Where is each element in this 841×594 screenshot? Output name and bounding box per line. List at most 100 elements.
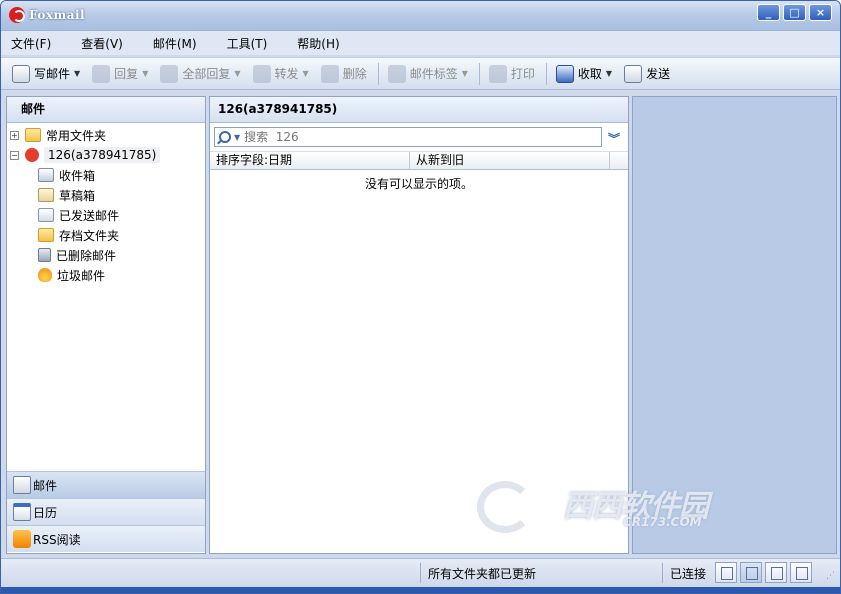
print-label: 打印 [510,67,535,81]
tree-item-inbox[interactable]: 收件箱 [7,165,205,185]
tree-item-drafts[interactable]: 草稿箱 [7,185,205,205]
trash-icon [38,248,51,262]
menu-file[interactable]: 文件(F) [7,34,55,53]
sort-field-header[interactable]: 排序字段:日期 [210,152,410,169]
sort-order-header[interactable]: 从新到旧 [410,152,610,169]
nav-calendar-button[interactable]: 日历 [7,498,205,525]
foxmail-window: Foxmail _ □ × 文件(F) 查看(V) 邮件(M) 工具(T) 帮助… [0,0,841,594]
drafts-icon [38,188,54,202]
preview-pane [632,96,837,554]
chevron-down-icon[interactable]: ▼ [462,69,468,78]
column-header: 排序字段:日期 从新到旧 [210,151,628,170]
delete-icon [320,64,339,83]
forward-icon [252,64,271,83]
chevron-down-icon[interactable]: ▼ [74,69,80,78]
collapse-icon[interactable]: − [10,150,19,160]
send-label: 发送 [646,67,671,81]
tree-item-label: 草稿箱 [59,188,96,203]
delete-button[interactable]: 删除 [316,61,372,87]
sent-icon [38,208,54,222]
tree-item-deleted[interactable]: 已删除邮件 [7,245,205,265]
tree-item-label: 常用文件夹 [46,128,107,143]
window-bottom-edge [1,587,840,593]
layout-preview-button[interactable] [790,562,812,583]
tree-item-sent[interactable]: 已发送邮件 [7,205,205,225]
mail-icon [13,476,31,494]
nav-buttons: 邮件 日历 RSS阅读 [6,471,206,554]
status-divider [662,563,663,583]
layout-three-column-button[interactable] [740,562,762,583]
tree-item-label: 已删除邮件 [56,248,117,263]
printer-icon [488,64,507,83]
chevron-down-icon[interactable]: ▼ [303,69,309,78]
menu-help[interactable]: 帮助(H) [293,34,343,53]
chevron-down-icon[interactable]: ▼ [606,69,612,78]
nav-mail-button[interactable]: 邮件 [7,471,205,498]
minimize-button[interactable]: _ [757,4,780,21]
write-mail-label: 写邮件 [34,67,71,81]
receive-icon [555,64,574,83]
toolbar-divider [377,62,379,85]
mail-tag-label: 邮件标签 [409,67,458,81]
status-message: 所有文件夹都已更新 [428,567,537,581]
maximize-button[interactable]: □ [783,4,806,21]
message-list-title: 126(a378941785) [210,97,628,123]
foxmail-logo-icon [9,7,25,23]
status-divider [420,563,421,583]
menu-view[interactable]: 查看(V) [77,34,127,53]
tree-item-junk[interactable]: 垃圾邮件 [7,265,205,285]
layout-one-pane-button[interactable] [715,562,737,583]
resize-grip-icon[interactable]: ⋰ [826,571,836,581]
folder-panel-title: 邮件 [7,97,205,123]
connection-status: 已连接 [670,567,707,581]
toolbar-divider [478,62,480,85]
rss-icon [13,530,31,548]
tree-item-common-folders[interactable]: + 常用文件夹 [7,125,205,145]
receive-label: 收取 [577,67,602,81]
nav-label: RSS阅读 [33,532,81,547]
double-chevron-down-icon[interactable]: ︾ [608,130,620,147]
toolbar: 写邮件 ▼ 回复 ▼ 全部回复 ▼ 转发 ▼ 删除 邮件标签 ▼ 打印 收取 ▼… [1,57,840,90]
chevron-down-icon[interactable]: ▼ [234,69,240,78]
menu-tools[interactable]: 工具(T) [223,34,272,53]
tag-icon [387,64,406,83]
write-mail-button[interactable]: 写邮件 ▼ [7,61,85,87]
forward-label: 转发 [274,67,299,81]
app-title: Foxmail [29,8,86,22]
search-bar: ▼ [214,127,602,147]
mail-tag-button[interactable]: 邮件标签 ▼ [383,61,473,87]
folder-tree: + 常用文件夹 − 126(a378941785) 收件箱 草稿箱 已发送邮件 [7,123,205,285]
folder-icon [38,228,54,242]
search-icon[interactable] [219,131,231,143]
tree-item-account[interactable]: − 126(a378941785) [7,145,205,165]
send-icon [624,64,643,83]
reply-all-button[interactable]: 全部回复 ▼ [155,61,245,87]
chevron-down-icon[interactable]: ▼ [142,69,148,78]
chevron-down-icon[interactable]: ▼ [234,133,240,142]
menu-mail[interactable]: 邮件(M) [149,34,201,53]
reply-all-icon [160,64,179,83]
close-button[interactable]: × [809,4,832,21]
reply-button[interactable]: 回复 ▼ [87,61,153,87]
expand-icon[interactable]: + [10,130,19,140]
send-button[interactable]: 发送 [619,61,675,87]
print-button[interactable]: 打印 [484,61,540,87]
nav-rss-button[interactable]: RSS阅读 [7,525,205,552]
forward-button[interactable]: 转发 ▼ [248,61,314,87]
title-bar: Foxmail _ □ × [1,1,840,31]
junk-fire-icon [38,268,52,282]
tree-item-label: 收件箱 [59,168,96,183]
receive-button[interactable]: 收取 ▼ [551,61,617,87]
search-input[interactable] [244,130,575,144]
folder-icon [25,128,41,142]
tree-item-label: 存档文件夹 [59,228,120,243]
delete-label: 删除 [342,67,367,81]
menu-bar: 文件(F) 查看(V) 邮件(M) 工具(T) 帮助(H) [1,31,840,55]
tree-item-label: 已发送邮件 [59,208,120,223]
account-icon [25,148,39,162]
inbox-icon [38,168,54,182]
layout-split-button[interactable] [765,562,787,583]
tree-item-archive[interactable]: 存档文件夹 [7,225,205,245]
window-controls: _ □ × [754,4,832,21]
nav-label: 日历 [33,505,58,520]
